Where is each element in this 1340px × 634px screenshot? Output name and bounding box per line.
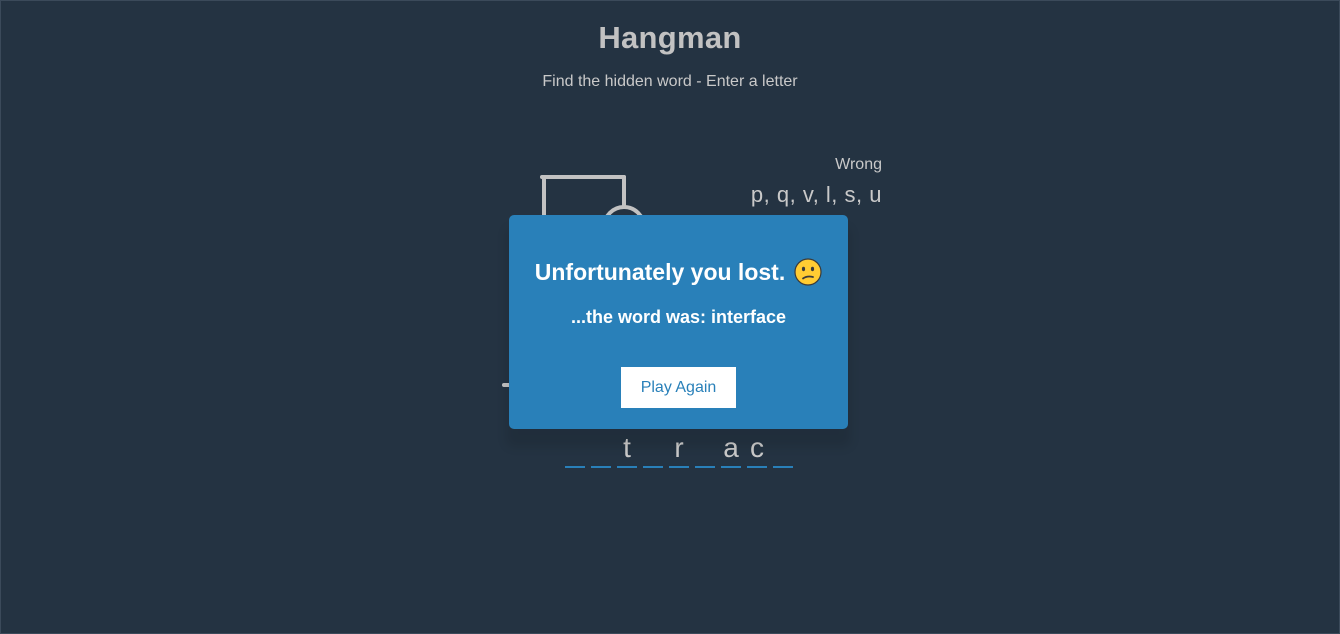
game-over-popup: Unfortunately you lost. ...the word was:… <box>509 215 848 429</box>
hidden-word: t r a c <box>565 430 793 468</box>
confused-face-icon <box>794 258 822 286</box>
wrong-letters-list: p, q, v, l, s, u <box>750 182 882 207</box>
play-again-button[interactable]: Play Again <box>621 367 736 408</box>
game-subtitle: Find the hidden word - Enter a letter <box>542 73 798 90</box>
word-letter <box>643 430 663 468</box>
word-letter <box>695 430 715 468</box>
word-letter <box>565 430 585 468</box>
final-message: Unfortunately you lost. <box>509 258 848 286</box>
word-reveal: ...the word was: interface <box>570 307 787 327</box>
word-letter <box>773 430 793 468</box>
word-letter: c <box>747 430 767 468</box>
word-letter: a <box>721 430 741 468</box>
game-title: Hangman <box>598 20 742 55</box>
word-letter <box>591 430 611 468</box>
word-letter: t <box>617 430 637 468</box>
wrong-letters-panel: Wrong p, q, v, l, s, u <box>751 156 882 208</box>
word-letter: r <box>669 430 689 468</box>
wrong-letters-title: Wrong <box>835 156 882 173</box>
final-message-text: Unfortunately you lost. <box>534 258 786 285</box>
